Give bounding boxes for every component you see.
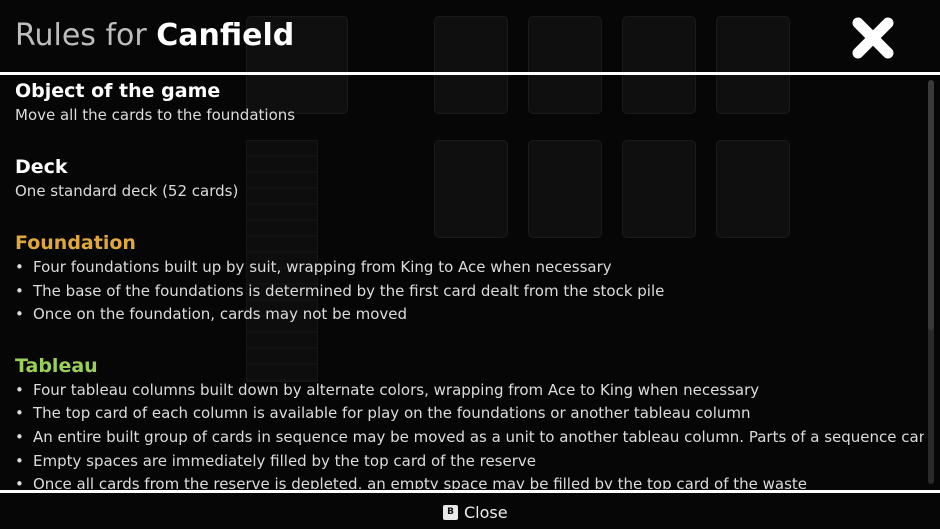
scrollbar[interactable] (928, 80, 934, 484)
section-text: Move all the cards to the foundations (15, 106, 296, 124)
section-object: Object of the game Move all the cards to… (15, 78, 924, 126)
list-item: Once all cards from the reserve is deple… (15, 473, 924, 489)
list-item: The top card of each column is available… (15, 402, 924, 426)
title-prefix: Rules for (15, 18, 147, 53)
list-item: Four tableau columns built down by alter… (15, 379, 924, 403)
list-item: Four foundations built up by suit, wrapp… (15, 256, 924, 280)
title-game-name: Canfield (156, 18, 295, 53)
header: Rules for Canfield (0, 0, 940, 72)
header-divider (0, 72, 940, 75)
scrollbar-thumb[interactable] (928, 80, 934, 330)
close-label: Close (464, 502, 508, 522)
foundation-list: Four foundations built up by suit, wrapp… (15, 256, 924, 327)
footer: B Close (0, 493, 940, 529)
close-x-icon[interactable] (848, 14, 898, 62)
tableau-list: Four tableau columns built down by alter… (15, 379, 924, 489)
section-foundation: Foundation Four foundations built up by … (15, 230, 924, 327)
section-text: One standard deck (52 cards) (15, 182, 239, 200)
section-title: Foundation (15, 232, 136, 254)
section-title: Deck (15, 156, 68, 178)
section-title: Tableau (15, 354, 98, 377)
list-item: The base of the foundations is determine… (15, 280, 924, 304)
section-tableau: Tableau Four tableau columns built down … (15, 353, 924, 489)
section-title: Object of the game (15, 80, 221, 102)
b-button-icon: B (443, 504, 458, 520)
list-item: An entire built group of cards in sequen… (15, 426, 924, 450)
close-button[interactable]: B Close (443, 501, 508, 523)
rules-content[interactable]: Object of the game Move all the cards to… (0, 76, 924, 489)
page-title: Rules for Canfield (15, 16, 294, 56)
section-deck: Deck One standard deck (52 cards) (15, 154, 924, 202)
list-item: Empty spaces are immediately filled by t… (15, 450, 924, 474)
list-item: Once on the foundation, cards may not be… (15, 303, 924, 327)
